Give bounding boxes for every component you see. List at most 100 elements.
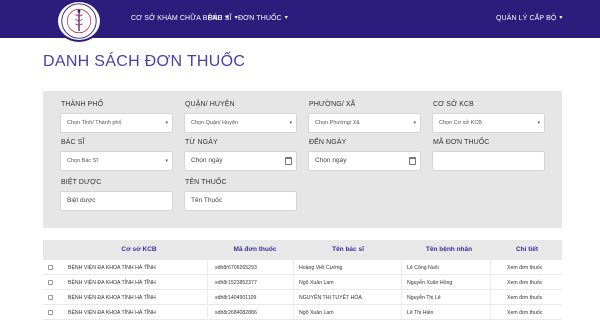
district-select-value: Chọn Quận/ Huyện (191, 120, 239, 126)
column-divider (401, 275, 402, 290)
from-date-label: TỪ NGÀY (185, 139, 218, 146)
brand-name-input[interactable]: Biệt dược (60, 191, 173, 211)
filter-panel: THÀNH PHỐ Chọn Tỉnh/ Thành phố ▾ QUẬN/ HU… (43, 91, 562, 228)
table-header: Cơ sở KCB Mã đơn thuốc Tên bác sĩ Tên bệ… (43, 240, 562, 260)
chevron-down-icon: ▾ (165, 158, 168, 164)
cell-code: sdh8r1404901109 (215, 295, 257, 301)
table-row[interactable]: BỆNH VIỆN ĐA KHOA TỈNH HÀ TĨNH sdh8r2684… (43, 305, 562, 320)
cell-code: sdh8r2684082886 (215, 310, 257, 316)
row-checkbox[interactable] (48, 295, 53, 300)
district-select[interactable]: Chọn Quận/ Huyện ▾ (184, 113, 297, 133)
cell-patient: Lê Công Nuôi (407, 265, 439, 271)
ward-label: PHƯỜNG/ XÃ (309, 101, 356, 108)
column-divider (293, 305, 294, 320)
column-divider (207, 290, 208, 305)
column-divider (401, 260, 402, 275)
row-checkbox[interactable] (48, 265, 53, 270)
nav-doctors-label: BÁC SĨ (208, 15, 232, 22)
nav-ministry-admin[interactable]: QUẢN LÝ CẤP BỘ ▾ (496, 14, 563, 22)
row-checkbox[interactable] (48, 280, 53, 285)
doctor-select[interactable]: Chọn Bác Sĩ ▾ (60, 151, 173, 171)
chevron-down-icon: ▾ (559, 15, 563, 21)
from-date-value: Chọn ngày (191, 157, 223, 164)
cell-doctor: Ngô Xuân Lam (299, 310, 334, 316)
facility-select[interactable]: Chọn Cơ sở KCB ▾ (432, 113, 545, 133)
nav-prescriptions-label: ĐƠN THUỐC (238, 15, 282, 22)
cell-facility: BỆNH VIỆN ĐA KHOA TỈNH HÀ TĨNH (68, 265, 156, 271)
view-prescription-link[interactable]: Xem đơn thuốc (507, 295, 542, 301)
header-facility[interactable]: Cơ sở KCB (121, 246, 156, 253)
cell-code: sdh8r1523852377 (215, 280, 257, 286)
column-divider (490, 260, 491, 275)
doctor-select-value: Chọn Bác Sĩ (67, 158, 98, 164)
column-divider (401, 290, 402, 305)
column-divider (293, 260, 294, 275)
ward-select[interactable]: Chọn Phường/ Xã ▾ (308, 113, 421, 133)
prescription-table: Cơ sở KCB Mã đơn thuốc Tên bác sĩ Tên bệ… (43, 240, 562, 324)
ministry-logo[interactable] (56, 0, 102, 42)
cell-doctor: Ngô Xuân Lam (299, 280, 334, 286)
table-row[interactable]: BỆNH VIỆN ĐA KHOA TỈNH HÀ TĨNH sdh8r6706… (43, 260, 562, 275)
cell-code: sdh8r6706265293 (215, 265, 257, 271)
cell-doctor: Hoàng Viết Cường (299, 265, 343, 271)
prescription-code-label: MÃ ĐƠN THUỐC (433, 139, 490, 146)
drug-name-placeholder: Tên Thuốc (191, 197, 222, 204)
column-divider (490, 305, 491, 320)
cell-patient: Lê Thị Hiền (407, 310, 434, 316)
facility-label: CƠ SỞ KCB (433, 101, 474, 108)
city-select-value: Chọn Tỉnh/ Thành phố (67, 120, 122, 126)
brand-name-label: BIỆT DƯỢC (61, 179, 102, 186)
facility-select-value: Chọn Cơ sở KCB (439, 120, 482, 126)
view-prescription-link[interactable]: Xem đơn thuốc (507, 265, 542, 271)
column-divider (207, 260, 208, 275)
column-divider (490, 290, 491, 305)
calendar-icon[interactable] (409, 157, 416, 165)
cell-facility: BỆNH VIỆN ĐA KHOA TỈNH HÀ TĨNH (68, 280, 156, 286)
view-prescription-link[interactable]: Xem đơn thuốc (507, 310, 542, 316)
nav-ministry-admin-label: QUẢN LÝ CẤP BỘ (496, 15, 557, 22)
column-divider (207, 275, 208, 290)
header-prescription-code[interactable]: Mã đơn thuốc (234, 246, 277, 253)
chevron-down-icon: ▾ (289, 120, 292, 126)
view-prescription-link[interactable]: Xem đơn thuốc (507, 280, 542, 286)
table-row[interactable]: BỆNH VIỆN ĐA KHOA TỈNH HÀ TĨNH sdh8r1523… (43, 275, 562, 290)
column-divider (490, 275, 491, 290)
column-divider (293, 290, 294, 305)
table-row[interactable]: BỆNH VIỆN ĐA KHOA TỈNH HÀ TĨNH sdh8r1404… (43, 290, 562, 305)
page-title: DANH SÁCH ĐƠN THUỐC (43, 53, 246, 70)
district-label: QUẬN/ HUYỆN (185, 101, 235, 108)
ward-select-value: Chọn Phường/ Xã (315, 120, 360, 126)
drug-name-input[interactable]: Tên Thuốc (184, 191, 297, 211)
row-checkbox[interactable] (48, 310, 53, 315)
cell-doctor: NGUYỄN THỊ TUYẾT HÒA (299, 295, 362, 301)
city-select[interactable]: Chọn Tỉnh/ Thành phố ▾ (60, 113, 173, 133)
cell-facility: BỆNH VIỆN ĐA KHOA TỈNH HÀ TĨNH (68, 310, 156, 316)
cell-patient: Nguyễn Thị Lê (407, 295, 441, 301)
cell-patient: Nguyễn Xuân Hồng (407, 280, 453, 286)
column-divider (401, 305, 402, 320)
doctor-label: BÁC SĨ (61, 139, 85, 146)
nav-doctors[interactable]: BÁC SĨ ▾ (208, 14, 238, 22)
header-detail[interactable]: Chi tiết (516, 246, 538, 253)
cell-facility: BỆNH VIỆN ĐA KHOA TỈNH HÀ TĨNH (68, 295, 156, 301)
chevron-down-icon: ▾ (537, 120, 540, 126)
calendar-icon[interactable] (285, 157, 292, 165)
chevron-down-icon: ▾ (413, 120, 416, 126)
prescription-code-input[interactable] (432, 151, 545, 171)
chevron-down-icon: ▾ (165, 120, 168, 126)
caduceus-icon (61, 3, 97, 39)
chevron-down-icon: ▾ (284, 15, 288, 21)
from-date-input[interactable]: Chọn ngày (184, 151, 297, 171)
header-doctor[interactable]: Tên bác sĩ (332, 246, 364, 253)
brand-name-placeholder: Biệt dược (67, 197, 96, 204)
header-patient[interactable]: Tên bệnh nhân (426, 246, 472, 253)
column-divider (207, 305, 208, 320)
drug-name-label: TÊN THUỐC (185, 179, 227, 186)
column-divider (293, 275, 294, 290)
to-date-value: Chọn ngày (315, 157, 347, 164)
top-navbar: CƠ SỞ KHÁM CHỮA BỆNH ▾ BÁC SĨ ▾ ĐƠN THUỐC ▾… (0, 0, 600, 42)
nav-prescriptions[interactable]: ĐƠN THUỐC ▾ (238, 14, 288, 22)
city-label: THÀNH PHỐ (61, 101, 104, 108)
to-date-label: ĐẾN NGÀY (309, 139, 347, 146)
to-date-input[interactable]: Chọn ngày (308, 151, 421, 171)
